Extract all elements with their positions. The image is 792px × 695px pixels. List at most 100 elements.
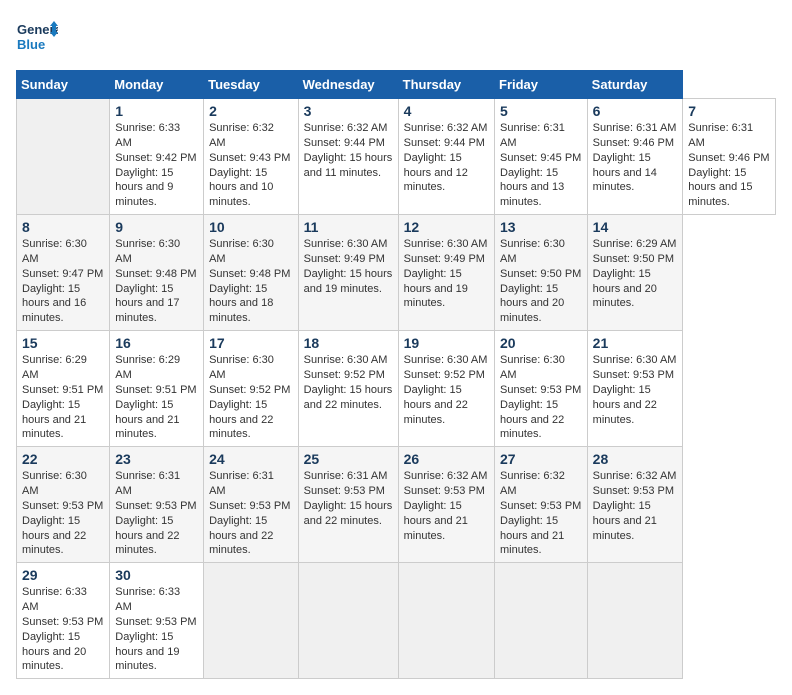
day-info: Sunrise: 6:29 AMSunset: 9:51 PMDaylight:… bbox=[22, 353, 104, 442]
day-cell bbox=[495, 563, 588, 679]
day-number: 1 bbox=[115, 103, 198, 119]
day-number: 4 bbox=[404, 103, 489, 119]
day-number: 16 bbox=[115, 335, 198, 351]
day-number: 6 bbox=[593, 103, 678, 119]
day-cell: 21 Sunrise: 6:30 AMSunset: 9:53 PMDayligh… bbox=[587, 331, 683, 447]
day-info: Sunrise: 6:30 AMSunset: 9:52 PMDaylight:… bbox=[304, 353, 393, 412]
day-cell: 17 Sunrise: 6:30 AMSunset: 9:52 PMDayligh… bbox=[204, 331, 299, 447]
day-info: Sunrise: 6:30 AMSunset: 9:49 PMDaylight:… bbox=[404, 237, 489, 311]
day-cell: 28 Sunrise: 6:32 AMSunset: 9:53 PMDayligh… bbox=[587, 447, 683, 563]
day-number: 8 bbox=[22, 219, 104, 235]
day-cell: 1 Sunrise: 6:33 AMSunset: 9:42 PMDaylight… bbox=[110, 99, 204, 215]
day-number: 10 bbox=[209, 219, 293, 235]
day-info: Sunrise: 6:32 AMSunset: 9:43 PMDaylight:… bbox=[209, 121, 293, 210]
day-info: Sunrise: 6:30 AMSunset: 9:48 PMDaylight:… bbox=[115, 237, 198, 326]
col-header-thursday: Thursday bbox=[398, 71, 494, 99]
col-header-wednesday: Wednesday bbox=[298, 71, 398, 99]
day-number: 9 bbox=[115, 219, 198, 235]
week-row-4: 22Sunrise: 6:30 AMSunset: 9:53 PMDayligh… bbox=[17, 447, 776, 563]
day-info: Sunrise: 6:33 AMSunset: 9:53 PMDaylight:… bbox=[115, 585, 198, 674]
day-cell: 29 Sunrise: 6:33 AMSunset: 9:53 PMDayligh… bbox=[17, 563, 110, 679]
day-number: 21 bbox=[593, 335, 678, 351]
logo-image: General Blue bbox=[16, 16, 58, 58]
day-cell: 5 Sunrise: 6:31 AMSunset: 9:45 PMDaylight… bbox=[495, 99, 588, 215]
page-header: General Blue bbox=[16, 16, 776, 58]
day-cell: 6 Sunrise: 6:31 AMSunset: 9:46 PMDaylight… bbox=[587, 99, 683, 215]
day-number: 27 bbox=[500, 451, 582, 467]
day-cell: 22Sunrise: 6:30 AMSunset: 9:53 PMDayligh… bbox=[17, 447, 110, 563]
svg-text:Blue: Blue bbox=[17, 37, 45, 52]
day-info: Sunrise: 6:30 AMSunset: 9:52 PMDaylight:… bbox=[404, 353, 489, 427]
day-number: 28 bbox=[593, 451, 678, 467]
day-cell: 3 Sunrise: 6:32 AMSunset: 9:44 PMDaylight… bbox=[298, 99, 398, 215]
day-number: 24 bbox=[209, 451, 293, 467]
day-number: 22 bbox=[22, 451, 104, 467]
logo: General Blue bbox=[16, 16, 58, 58]
day-number: 26 bbox=[404, 451, 489, 467]
day-number: 25 bbox=[304, 451, 393, 467]
week-row-5: 29 Sunrise: 6:33 AMSunset: 9:53 PMDayligh… bbox=[17, 563, 776, 679]
day-number: 23 bbox=[115, 451, 198, 467]
day-info: Sunrise: 6:30 AMSunset: 9:52 PMDaylight:… bbox=[209, 353, 293, 442]
col-header-sunday: Sunday bbox=[17, 71, 110, 99]
day-cell: 27 Sunrise: 6:32 AMSunset: 9:53 PMDayligh… bbox=[495, 447, 588, 563]
logo-svg: General Blue bbox=[16, 16, 58, 58]
day-number: 5 bbox=[500, 103, 582, 119]
day-number: 17 bbox=[209, 335, 293, 351]
week-row-1: 1 Sunrise: 6:33 AMSunset: 9:42 PMDaylight… bbox=[17, 99, 776, 215]
day-info: Sunrise: 6:31 AMSunset: 9:45 PMDaylight:… bbox=[500, 121, 582, 210]
day-cell: 24 Sunrise: 6:31 AMSunset: 9:53 PMDayligh… bbox=[204, 447, 299, 563]
day-number: 14 bbox=[593, 219, 678, 235]
day-info: Sunrise: 6:32 AMSunset: 9:53 PMDaylight:… bbox=[404, 469, 489, 543]
day-info: Sunrise: 6:31 AMSunset: 9:46 PMDaylight:… bbox=[688, 121, 770, 210]
day-info: Sunrise: 6:31 AMSunset: 9:53 PMDaylight:… bbox=[209, 469, 293, 558]
day-number: 19 bbox=[404, 335, 489, 351]
day-number: 12 bbox=[404, 219, 489, 235]
day-info: Sunrise: 6:31 AMSunset: 9:46 PMDaylight:… bbox=[593, 121, 678, 195]
calendar-header-row: SundayMondayTuesdayWednesdayThursdayFrid… bbox=[17, 71, 776, 99]
day-cell: 9 Sunrise: 6:30 AMSunset: 9:48 PMDaylight… bbox=[110, 215, 204, 331]
day-info: Sunrise: 6:30 AMSunset: 9:49 PMDaylight:… bbox=[304, 237, 393, 296]
day-number: 30 bbox=[115, 567, 198, 583]
day-info: Sunrise: 6:32 AMSunset: 9:53 PMDaylight:… bbox=[500, 469, 582, 558]
day-cell bbox=[398, 563, 494, 679]
day-number: 15 bbox=[22, 335, 104, 351]
day-cell: 7 Sunrise: 6:31 AMSunset: 9:46 PMDaylight… bbox=[683, 99, 776, 215]
day-cell: 25Sunrise: 6:31 AMSunset: 9:53 PMDayligh… bbox=[298, 447, 398, 563]
day-info: Sunrise: 6:32 AMSunset: 9:53 PMDaylight:… bbox=[593, 469, 678, 543]
day-number: 11 bbox=[304, 219, 393, 235]
day-cell: 23 Sunrise: 6:31 AMSunset: 9:53 PMDayligh… bbox=[110, 447, 204, 563]
day-info: Sunrise: 6:30 AMSunset: 9:53 PMDaylight:… bbox=[500, 353, 582, 442]
day-cell: 15 Sunrise: 6:29 AMSunset: 9:51 PMDayligh… bbox=[17, 331, 110, 447]
day-info: Sunrise: 6:30 AMSunset: 9:47 PMDaylight:… bbox=[22, 237, 104, 326]
day-number: 3 bbox=[304, 103, 393, 119]
day-cell: 20 Sunrise: 6:30 AMSunset: 9:53 PMDayligh… bbox=[495, 331, 588, 447]
day-info: Sunrise: 6:33 AMSunset: 9:42 PMDaylight:… bbox=[115, 121, 198, 210]
day-cell: 11 Sunrise: 6:30 AMSunset: 9:49 PMDayligh… bbox=[298, 215, 398, 331]
col-header-tuesday: Tuesday bbox=[204, 71, 299, 99]
day-number: 2 bbox=[209, 103, 293, 119]
day-info: Sunrise: 6:32 AMSunset: 9:44 PMDaylight:… bbox=[304, 121, 393, 180]
day-info: Sunrise: 6:30 AMSunset: 9:48 PMDaylight:… bbox=[209, 237, 293, 326]
calendar-table: SundayMondayTuesdayWednesdayThursdayFrid… bbox=[16, 70, 776, 679]
day-number: 29 bbox=[22, 567, 104, 583]
day-cell: 2 Sunrise: 6:32 AMSunset: 9:43 PMDaylight… bbox=[204, 99, 299, 215]
week-row-3: 15 Sunrise: 6:29 AMSunset: 9:51 PMDayligh… bbox=[17, 331, 776, 447]
day-info: Sunrise: 6:33 AMSunset: 9:53 PMDaylight:… bbox=[22, 585, 104, 674]
col-header-saturday: Saturday bbox=[587, 71, 683, 99]
day-cell: 19 Sunrise: 6:30 AMSunset: 9:52 PMDayligh… bbox=[398, 331, 494, 447]
empty-cell bbox=[17, 99, 110, 215]
day-cell: 10 Sunrise: 6:30 AMSunset: 9:48 PMDayligh… bbox=[204, 215, 299, 331]
day-info: Sunrise: 6:30 AMSunset: 9:53 PMDaylight:… bbox=[593, 353, 678, 427]
day-cell bbox=[298, 563, 398, 679]
day-cell: 26 Sunrise: 6:32 AMSunset: 9:53 PMDayligh… bbox=[398, 447, 494, 563]
day-number: 7 bbox=[688, 103, 770, 119]
day-cell: 18Sunrise: 6:30 AMSunset: 9:52 PMDayligh… bbox=[298, 331, 398, 447]
day-info: Sunrise: 6:31 AMSunset: 9:53 PMDaylight:… bbox=[115, 469, 198, 558]
day-number: 20 bbox=[500, 335, 582, 351]
day-info: Sunrise: 6:29 AMSunset: 9:50 PMDaylight:… bbox=[593, 237, 678, 311]
day-cell: 16Sunrise: 6:29 AMSunset: 9:51 PMDayligh… bbox=[110, 331, 204, 447]
day-cell: 12 Sunrise: 6:30 AMSunset: 9:49 PMDayligh… bbox=[398, 215, 494, 331]
day-number: 13 bbox=[500, 219, 582, 235]
day-cell: 30 Sunrise: 6:33 AMSunset: 9:53 PMDayligh… bbox=[110, 563, 204, 679]
